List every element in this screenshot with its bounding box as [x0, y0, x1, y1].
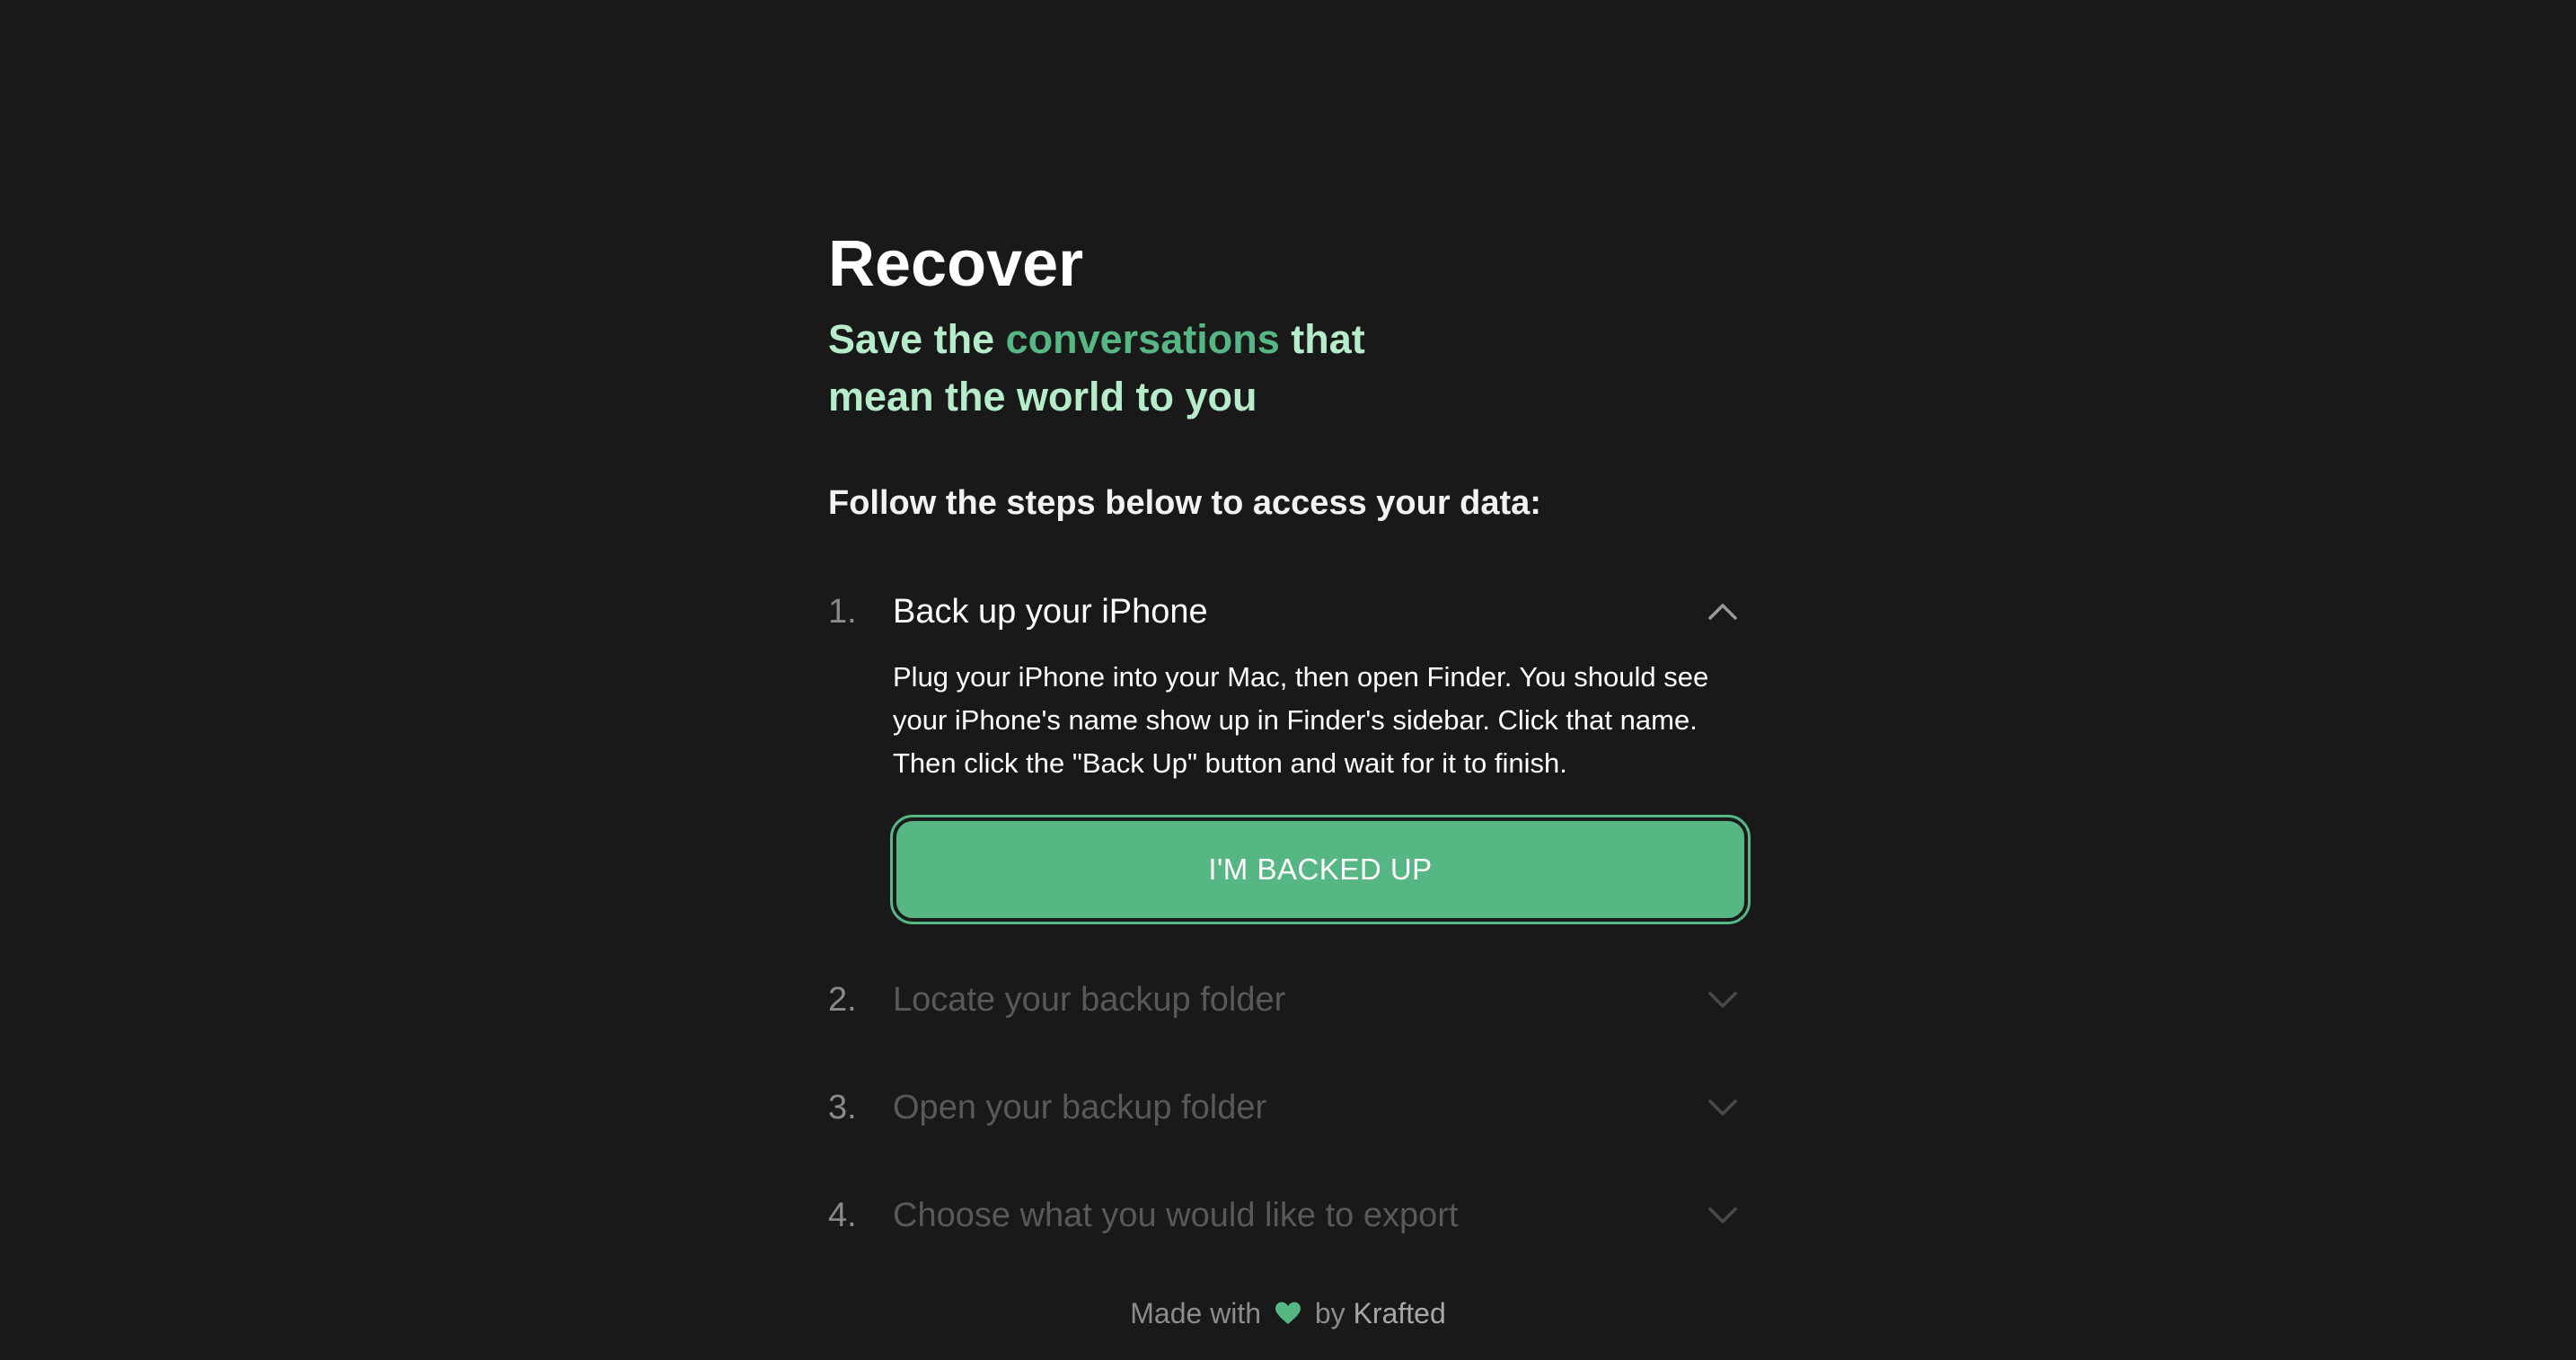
step-number: 2.	[828, 981, 857, 1019]
chevron-down-icon[interactable]	[1707, 1094, 1739, 1121]
backed-up-button[interactable]: I'M BACKED UP	[890, 815, 1751, 924]
step-number: 3.	[828, 1089, 857, 1126]
step-title: Choose what you would like to export	[893, 1197, 1459, 1234]
footer-brand-link[interactable]: Krafted	[1354, 1297, 1446, 1329]
subtitle-accent-word: conversations	[1005, 316, 1280, 362]
step-number: 4.	[828, 1197, 857, 1234]
heart-icon	[1275, 1302, 1301, 1324]
chevron-down-icon[interactable]	[1707, 1202, 1739, 1229]
step-title: Back up your iPhone	[893, 593, 1208, 631]
step-number: 1.	[828, 593, 857, 631]
footer-made-with: Made with	[1130, 1297, 1262, 1329]
page-title: Recover	[828, 228, 1084, 300]
footer-by: by	[1314, 1297, 1345, 1329]
chevron-down-icon[interactable]	[1707, 986, 1739, 1013]
chevron-up-icon[interactable]	[1707, 598, 1739, 625]
instructions-text: Follow the steps below to access your da…	[828, 484, 1541, 522]
recover-page: Recover Save the conversations that mean…	[0, 0, 2576, 1360]
page-subtitle: Save the conversations that mean the wor…	[828, 311, 1475, 426]
step-1-description: Plug your iPhone into your Mac, then ope…	[893, 661, 1709, 779]
step-title: Open your backup folder	[893, 1089, 1267, 1126]
step-title: Locate your backup folder	[893, 981, 1286, 1019]
footer: Made with by Krafted	[0, 1288, 2576, 1338]
step-4-header[interactable]: 4. Choose what you would like to export	[828, 1184, 1753, 1247]
subtitle-text-start: Save the	[828, 316, 1006, 362]
step-3-header[interactable]: 3. Open your backup folder	[828, 1076, 1753, 1139]
step-1-header[interactable]: 1. Back up your iPhone	[828, 580, 1753, 643]
step-2-header[interactable]: 2. Locate your backup folder	[828, 968, 1753, 1031]
